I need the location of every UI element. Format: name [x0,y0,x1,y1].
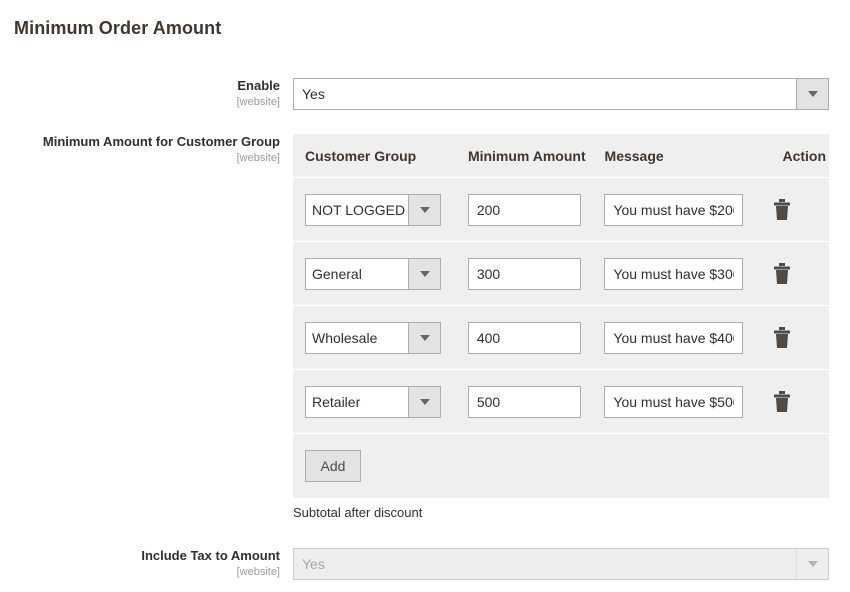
delete-row-button[interactable] [772,326,792,350]
table-row: NOT LOGGED IN [293,178,829,242]
cell-message [604,321,760,354]
column-header-action: Action [782,147,827,164]
chevron-down-icon[interactable] [408,258,440,289]
include-tax-label: Include Tax to Amount [website] [0,548,280,579]
column-header-message: Message [604,147,664,164]
trash-icon [774,390,791,412]
column-header-customer-group: Customer Group [305,147,417,164]
add-row-area: Add [293,434,829,498]
minimum-amount-input[interactable] [467,257,581,290]
cell-minimum-amount [467,193,605,226]
customer-group-select-value: Wholesale [312,329,378,346]
customer-group-select[interactable]: NOT LOGGED IN [305,193,441,226]
message-input[interactable] [604,257,744,290]
customer-group-select[interactable]: General [305,257,441,290]
message-input[interactable] [604,385,744,418]
cell-minimum-amount [467,321,605,354]
message-input[interactable] [604,321,744,354]
table-row: Wholesale [293,306,829,370]
cell-minimum-amount [467,257,605,290]
include-tax-select-value: Yes [302,556,325,572]
chevron-down-icon[interactable] [408,322,440,353]
enable-label-text: Enable [237,78,280,93]
customer-group-select[interactable]: Retailer [305,385,441,418]
delete-row-button[interactable] [772,390,792,414]
include-tax-scope: [website] [236,566,280,578]
message-input[interactable] [604,193,744,226]
minimum-amount-input[interactable] [467,385,581,418]
cell-minimum-amount [467,385,605,418]
delete-row-button[interactable] [772,198,792,222]
cell-action [760,326,829,350]
customer-group-select-value: NOT LOGGED IN [312,201,408,218]
minimum-order-amount-page: Minimum Order Amount Enable [website] Ye… [0,0,850,592]
customer-group-select[interactable]: Wholesale [305,321,441,354]
cell-customer-group: NOT LOGGED IN [305,193,468,226]
cell-action [760,198,829,222]
enable-label: Enable [website] [0,78,280,109]
cell-customer-group: Wholesale [305,321,468,354]
table-row: General [293,242,829,306]
column-header-minimum-amount: Minimum Amount [467,147,586,164]
minimum-amount-group-label: Minimum Amount for Customer Group [websi… [0,134,280,165]
enable-select[interactable]: Yes [293,78,829,110]
cell-message [604,257,760,290]
minimum-amount-group-scope: [website] [236,152,280,164]
chevron-down-icon[interactable] [408,386,440,417]
table-header-row: Customer Group Minimum Amount Message Ac… [293,134,829,178]
table-row: Retailer [293,370,829,434]
delete-row-button[interactable] [772,262,792,286]
cell-message [604,385,760,418]
enable-scope: [website] [236,96,280,108]
trash-icon [774,326,791,348]
include-tax-select[interactable]: Yes [293,548,829,580]
add-button[interactable]: Add [305,450,361,482]
customer-group-select-value: Retailer [312,393,361,410]
enable-select-value: Yes [302,86,325,102]
cell-message [604,193,760,226]
minimum-amount-input[interactable] [467,193,581,226]
cell-action [760,262,829,286]
cell-customer-group: General [305,257,468,290]
chevron-down-icon[interactable] [408,194,440,225]
trash-icon [774,198,791,220]
minimum-amount-table: Customer Group Minimum Amount Message Ac… [293,134,829,498]
minimum-amount-group-label-text: Minimum Amount for Customer Group [42,134,280,149]
minimum-amount-input[interactable] [467,321,581,354]
chevron-down-icon[interactable] [796,79,828,109]
table-note: Subtotal after discount [293,505,423,520]
chevron-down-icon[interactable] [796,549,828,579]
trash-icon [774,262,791,284]
include-tax-label-text: Include Tax to Amount [141,548,280,563]
page-title: Minimum Order Amount [14,18,222,38]
customer-group-select-value: General [312,265,362,282]
cell-customer-group: Retailer [305,385,468,418]
cell-action [760,390,829,414]
